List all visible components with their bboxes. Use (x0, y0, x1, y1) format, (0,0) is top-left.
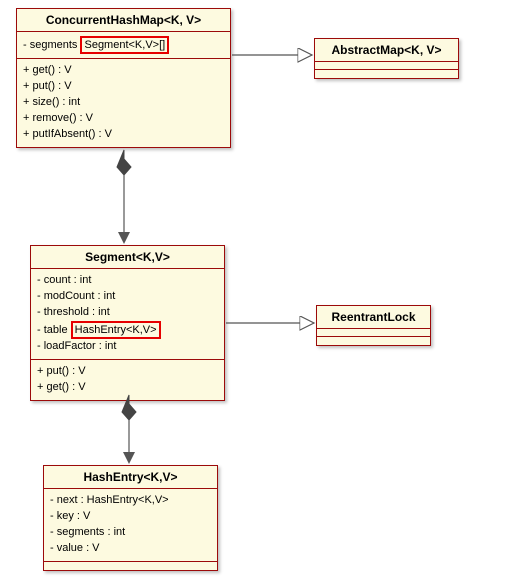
operations-section: + get() : V + put() : V + size() : int +… (17, 59, 230, 147)
operation-row: + get() : V (37, 380, 218, 396)
class-abstractmap: AbstractMap<K, V> (314, 38, 459, 79)
operation-row: + remove() : V (23, 111, 224, 127)
operation-row: + putIfAbsent() : V (23, 127, 224, 143)
class-segment: Segment<K,V> - count : int - modCount : … (30, 245, 225, 401)
class-title: Segment<K,V> (31, 246, 224, 269)
attr-prefix: - segments (23, 39, 77, 51)
attribute-row: - segments Segment<K,V>[] (23, 36, 224, 54)
operation-row: + put() : V (23, 79, 224, 95)
class-title: AbstractMap<K, V> (315, 39, 458, 62)
operation-row: + get() : V (23, 63, 224, 79)
class-reentrantlock: ReentrantLock (316, 305, 431, 346)
highlighted-type: HashEntry<K,V> (71, 321, 161, 339)
empty-section (317, 329, 430, 337)
class-hashentry: HashEntry<K,V> - next : HashEntry<K,V> -… (43, 465, 218, 571)
empty-section (44, 562, 217, 570)
class-concurrenthashmap: ConcurrentHashMap<K, V> - segments Segme… (16, 8, 231, 148)
attributes-section: - next : HashEntry<K,V> - key : V - segm… (44, 489, 217, 562)
attribute-row: - key : V (50, 509, 211, 525)
attributes-section: - count : int - modCount : int - thresho… (31, 269, 224, 360)
attributes-section: - segments Segment<K,V>[] (17, 32, 230, 59)
attribute-row: - table HashEntry<K,V> (37, 321, 218, 339)
attr-prefix: - table (37, 324, 68, 336)
attribute-row: - value : V (50, 541, 211, 557)
attribute-row: - threshold : int (37, 305, 218, 321)
class-title: ConcurrentHashMap<K, V> (17, 9, 230, 32)
edge-composition (117, 150, 131, 244)
class-title: ReentrantLock (317, 306, 430, 329)
empty-section (315, 70, 458, 78)
operations-section: + put() : V + get() : V (31, 360, 224, 400)
edge-composition (122, 395, 136, 464)
attribute-row: - count : int (37, 273, 218, 289)
highlighted-type: Segment<K,V>[] (80, 36, 169, 54)
operation-row: + put() : V (37, 364, 218, 380)
attribute-row: - segments : int (50, 525, 211, 541)
empty-section (317, 337, 430, 345)
attribute-row: - loadFactor : int (37, 339, 218, 355)
class-title: HashEntry<K,V> (44, 466, 217, 489)
attribute-row: - next : HashEntry<K,V> (50, 493, 211, 509)
attribute-row: - modCount : int (37, 289, 218, 305)
operation-row: + size() : int (23, 95, 224, 111)
empty-section (315, 62, 458, 70)
